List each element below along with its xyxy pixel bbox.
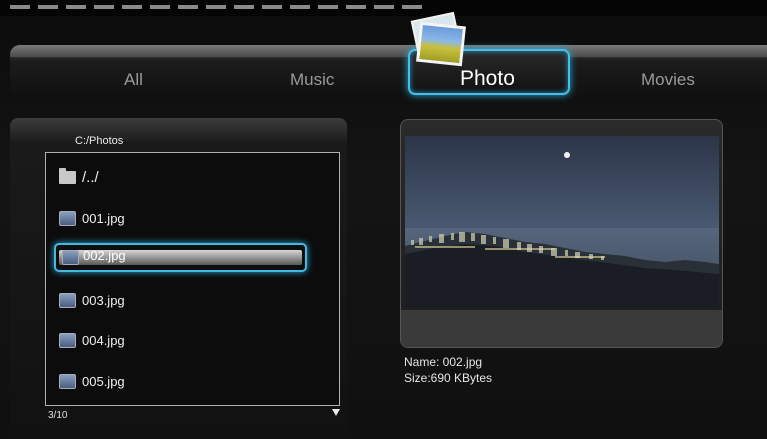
list-item-label: 002.jpg [83,248,126,263]
preview-panel [400,119,723,348]
tab-movies[interactable]: Movies [641,70,695,90]
list-item-005[interactable]: 005.jpg [59,371,125,391]
tab-all[interactable]: All [124,70,143,90]
list-item-label: 004.jpg [82,332,125,348]
file-list[interactable] [45,152,340,406]
list-item-label: /../ [82,168,99,186]
top-strip [0,0,767,16]
photo-front-card [416,21,466,67]
file-size-info: Size:690 KBytes [404,371,493,385]
media-player-screen: All Music Photo Movies C:/Photos /../ 00… [0,0,767,439]
list-item-label: 003.jpg [82,292,125,308]
image-file-icon [59,210,76,226]
tab-photo-label: Photo [460,67,515,90]
list-item-parent-folder[interactable]: /../ [59,167,99,187]
image-file-icon [59,292,76,308]
list-item-label: 001.jpg [82,210,125,226]
current-path: C:/Photos [75,135,124,147]
preview-image [405,136,719,308]
tab-bar-shine [10,45,767,57]
list-item-003[interactable]: 003.jpg [59,290,125,310]
file-name-info: Name: 002.jpg [404,355,483,369]
night-city-photo [405,136,719,308]
item-counter: 3/10 [48,410,68,421]
image-file-icon [59,373,76,389]
preview-footer [401,310,722,347]
scroll-down-icon[interactable] [332,409,340,416]
list-item-002-selected[interactable]: 002.jpg [54,243,307,272]
decorative-dashes [10,5,430,9]
list-item-004[interactable]: 004.jpg [59,330,125,350]
image-file-icon [62,250,79,265]
list-item-001[interactable]: 001.jpg [59,208,125,228]
list-item-label: 005.jpg [82,373,125,389]
folder-icon [59,167,76,184]
tab-music[interactable]: Music [290,70,334,90]
image-file-icon [59,332,76,348]
photo-icon [408,11,468,70]
